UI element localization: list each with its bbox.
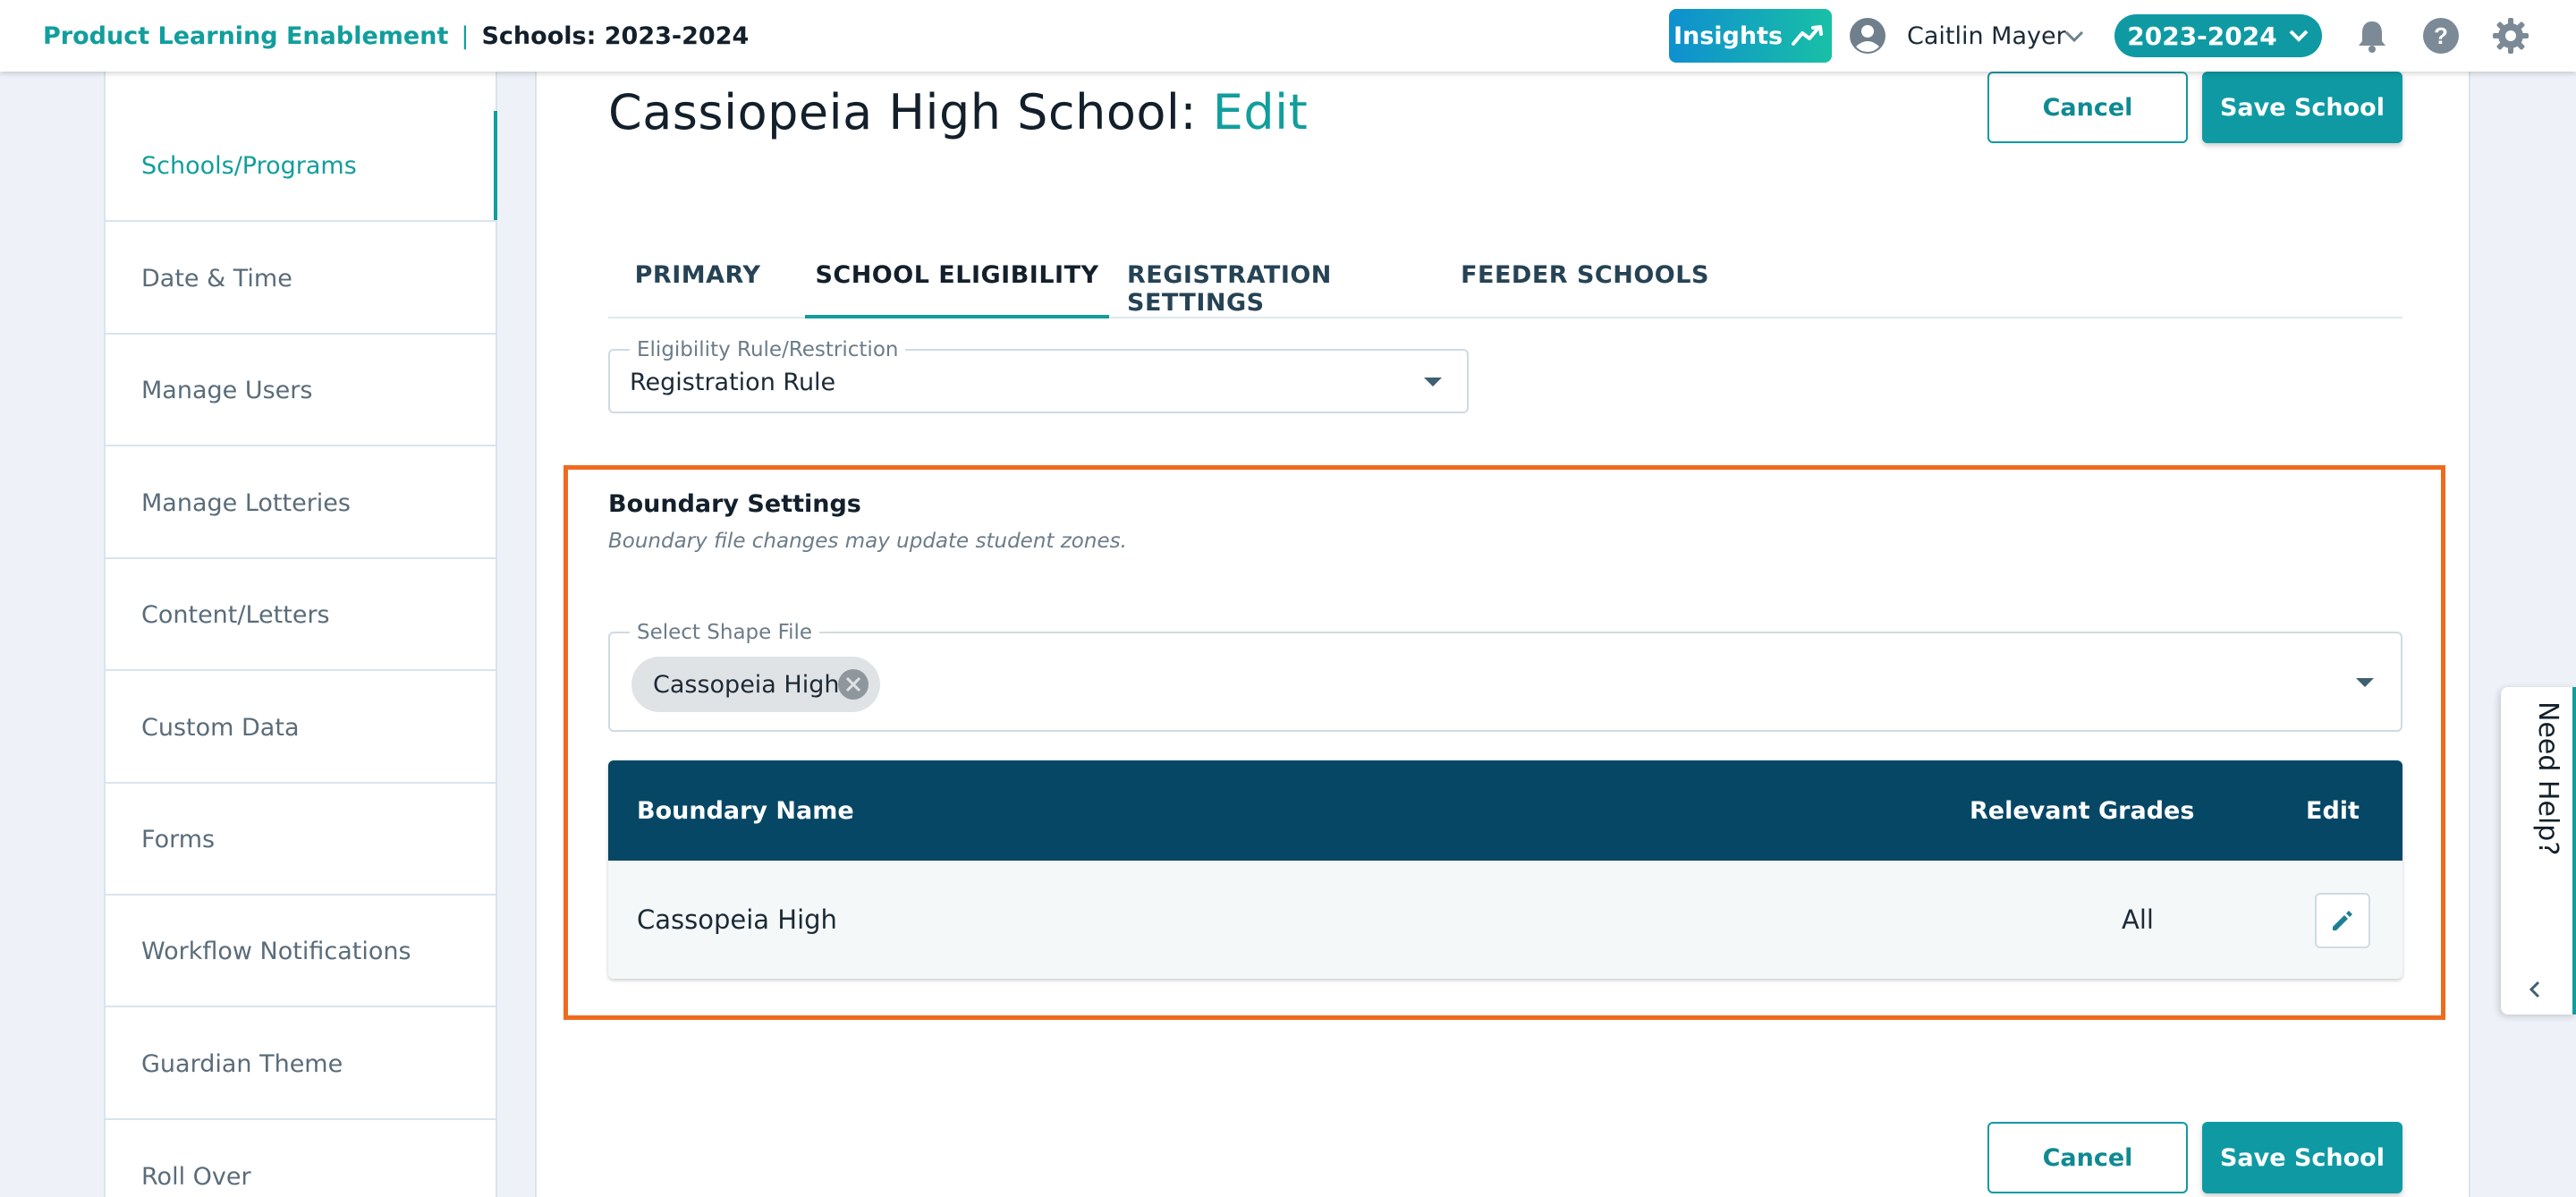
shape-file-chip: Cassopeia High	[631, 657, 880, 712]
insights-button[interactable]: Insights	[1669, 9, 1832, 63]
tab-registration-settings[interactable]: REGISTRATION SETTINGS	[1127, 175, 1436, 318]
breadcrumb: Product Learning Enablement | Schools: 2…	[43, 0, 749, 72]
shape-file-chip-label: Cassopeia High	[653, 670, 840, 699]
dropdown-arrow-icon[interactable]	[2356, 678, 2374, 687]
year-selector-button[interactable]: 2023-2024	[2114, 14, 2322, 57]
page-name: Schools: 2023-2024	[481, 21, 750, 50]
sidebar-item-schools-programs[interactable]: Schools/Programs	[106, 111, 497, 222]
sidebar-item-date-time[interactable]: Date & Time	[106, 224, 496, 335]
cancel-button-bottom[interactable]: Cancel	[1987, 1122, 2188, 1193]
chevron-left-icon[interactable]	[2524, 979, 2546, 1000]
table-header: Boundary Name Relevant Grades Edit	[608, 760, 2402, 861]
sidebar-item-manage-users[interactable]: Manage Users	[106, 335, 496, 446]
boundary-name-cell: Cassopeia High	[637, 904, 837, 935]
bell-icon[interactable]	[2352, 16, 2392, 55]
svg-text:?: ?	[2434, 22, 2448, 49]
boundary-settings-title: Boundary Settings	[608, 490, 861, 518]
cancel-button-top[interactable]: Cancel	[1987, 72, 2188, 143]
help-icon[interactable]: ?	[2421, 16, 2461, 55]
eligibility-rule-label: Eligibility Rule/Restriction	[630, 338, 906, 361]
school-name-title: Cassiopeia High School:	[608, 84, 1198, 140]
edit-mode-title: Edit	[1212, 84, 1309, 140]
column-header-boundary-name: Boundary Name	[637, 796, 854, 825]
sidebar-item-custom-data[interactable]: Custom Data	[106, 673, 496, 784]
column-header-edit: Edit	[2306, 796, 2360, 825]
page-title: Cassiopeia High School: Edit	[608, 84, 1308, 140]
trend-icon	[1792, 25, 1824, 46]
sidebar-item-roll-over[interactable]: Roll Over	[106, 1122, 496, 1197]
tab-primary[interactable]: PRIMARY	[608, 175, 787, 318]
tab-feeder-schools[interactable]: FEEDER SCHOOLS	[1454, 175, 1716, 318]
sidebar-item-guardian-theme[interactable]: Guardian Theme	[106, 1009, 496, 1120]
sidebar-item-manage-lotteries[interactable]: Manage Lotteries	[106, 448, 496, 559]
save-school-button-bottom[interactable]: Save School	[2202, 1122, 2402, 1193]
org-name-link[interactable]: Product Learning Enablement	[43, 22, 448, 50]
sidebar: Schools/Programs Date & Time Manage User…	[104, 72, 497, 1197]
relevant-grades-cell: All	[2122, 904, 2154, 935]
top-bar: Product Learning Enablement | Schools: 2…	[0, 0, 2576, 72]
edit-boundary-button[interactable]	[2315, 893, 2370, 948]
need-help-tab[interactable]: Need Help?	[2501, 687, 2576, 1014]
sidebar-item-forms[interactable]: Forms	[106, 785, 496, 896]
chevron-down-icon[interactable]	[2063, 25, 2086, 48]
gear-icon[interactable]	[2491, 16, 2530, 55]
sidebar-item-workflow-notifications[interactable]: Workflow Notifications	[106, 896, 496, 1007]
chevron-down-icon	[2289, 30, 2309, 42]
shape-file-select[interactable]: Select Shape File Cassopeia High	[608, 621, 2402, 732]
column-header-relevant-grades: Relevant Grades	[1970, 796, 2195, 825]
sidebar-item-content-letters[interactable]: Content/Letters	[106, 560, 496, 671]
shape-file-label: Select Shape File	[630, 621, 820, 644]
table-row: Cassopeia High All	[608, 861, 2402, 979]
main-content: Cassiopeia High School: Edit Cancel Save…	[535, 72, 2470, 1197]
year-label: 2023-2024	[2127, 21, 2277, 51]
remove-chip-icon[interactable]	[837, 668, 869, 700]
user-name[interactable]: Caitlin Mayer	[1907, 0, 2066, 72]
insights-label: Insights	[1673, 21, 1784, 50]
eligibility-rule-select[interactable]: Eligibility Rule/Restriction Registratio…	[608, 338, 1469, 413]
boundary-settings-subtitle: Boundary file changes may update student…	[608, 530, 1127, 553]
user-avatar-icon[interactable]	[1848, 16, 1887, 55]
breadcrumb-separator: |	[461, 21, 470, 50]
boundary-table: Boundary Name Relevant Grades Edit Casso…	[608, 760, 2402, 979]
save-school-button-top[interactable]: Save School	[2202, 72, 2402, 143]
tab-school-eligibility[interactable]: SCHOOL ELIGIBILITY	[805, 175, 1109, 318]
dropdown-arrow-icon	[1424, 378, 1442, 386]
eligibility-rule-value: Registration Rule	[630, 369, 836, 396]
need-help-label: Need Help?	[2532, 701, 2563, 856]
pencil-icon	[2333, 911, 2352, 930]
tab-bar: PRIMARY SCHOOL ELIGIBILITY REGISTRATION …	[608, 175, 2402, 318]
